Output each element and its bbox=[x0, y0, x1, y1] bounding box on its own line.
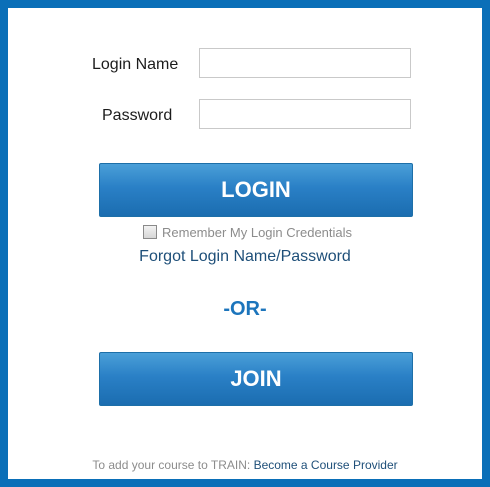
login-panel: Login Name Password LOGIN Remember My Lo… bbox=[0, 0, 490, 487]
password-input[interactable] bbox=[199, 99, 411, 129]
login-name-input[interactable] bbox=[199, 48, 411, 78]
remember-checkbox[interactable] bbox=[143, 225, 157, 239]
footer: To add your course to TRAIN: Become a Co… bbox=[8, 458, 482, 472]
login-button[interactable]: LOGIN bbox=[99, 163, 413, 217]
forgot-credentials-link[interactable]: Forgot Login Name/Password bbox=[8, 248, 482, 266]
or-separator: -OR- bbox=[223, 298, 267, 320]
join-button[interactable]: JOIN bbox=[99, 352, 413, 406]
remember-credentials-option[interactable]: Remember My Login Credentials bbox=[143, 223, 352, 241]
become-course-provider-link[interactable]: Become a Course Provider bbox=[254, 458, 398, 472]
remember-label: Remember My Login Credentials bbox=[162, 224, 353, 240]
password-label: Password bbox=[102, 107, 173, 124]
footer-prefix-text: To add your course to TRAIN: bbox=[92, 458, 251, 472]
login-name-label: Login Name bbox=[92, 56, 179, 73]
